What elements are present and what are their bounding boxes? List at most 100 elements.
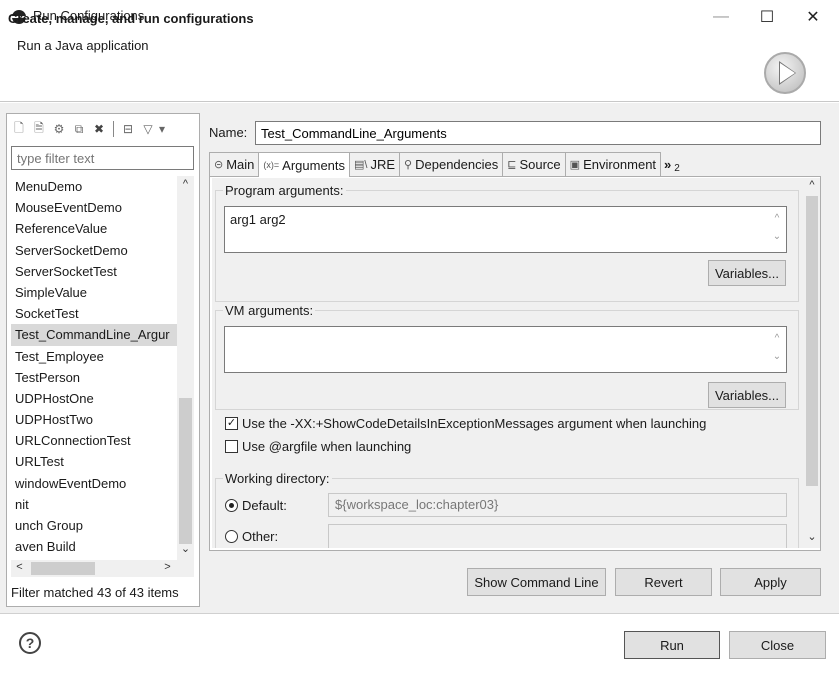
tab-label: Main [226, 157, 255, 172]
new-prototype-icon[interactable]: 🗎 [30, 120, 48, 138]
scroll-down-icon[interactable]: ⌄ [177, 542, 194, 555]
radio-label: Other: [242, 529, 279, 544]
duplicate-config-icon[interactable]: ⧉ [70, 120, 88, 138]
vm-arguments-field[interactable]: ^ ⌄ [224, 326, 787, 373]
revert-button[interactable]: Revert [615, 568, 712, 596]
tree-item[interactable]: SimpleValue [11, 282, 177, 303]
tab-arguments[interactable]: (x)= Arguments [258, 152, 351, 177]
tab-environment[interactable]: ▣ Environment [564, 152, 662, 176]
textarea-scroll-icons[interactable]: ^ ⌄ [770, 330, 784, 366]
other-directory-field [328, 524, 787, 548]
tree-item[interactable]: nit [11, 494, 177, 515]
other-radio[interactable]: Other: [225, 529, 278, 544]
tree-item[interactable]: TestPerson [11, 367, 177, 388]
config-tree: MenuDemo MouseEventDemo ReferenceValue S… [11, 176, 177, 560]
argfile-checkbox[interactable]: Use @argfile when launching [225, 439, 411, 454]
tab-source[interactable]: ⊑ Source [502, 152, 566, 176]
export-config-icon[interactable]: ⚙ [50, 120, 68, 138]
default-directory-field: ${workspace_loc:chapter03} [328, 493, 787, 517]
working-directory-label: Working directory: [223, 471, 332, 486]
tab-label: Source [519, 157, 561, 172]
default-radio[interactable]: Default: [225, 498, 287, 513]
show-code-details-checkbox[interactable]: ✓ Use the -XX:+ShowCodeDetailsInExceptio… [225, 416, 706, 431]
scroll-thumb[interactable] [806, 196, 818, 486]
tab-overflow[interactable]: » 2 [660, 152, 684, 176]
tree-item[interactable]: ServerSocketTest [11, 261, 177, 282]
tab-bar: ⊝ Main (x)= Arguments ▤\ JRE ⚲ Dependencies … [209, 152, 821, 177]
scroll-right-icon[interactable]: > [159, 561, 176, 573]
show-command-line-button[interactable]: Show Command Line [467, 568, 606, 596]
header-subtitle: Run a Java application [17, 38, 149, 53]
tree-item[interactable]: MenuDemo [11, 176, 177, 197]
tab-label: Arguments [282, 157, 346, 173]
scroll-down-icon[interactable]: ⌄ [804, 530, 820, 543]
toolbar-divider [113, 121, 114, 137]
tab-jre[interactable]: ▤\ JRE [349, 152, 401, 176]
environment-icon: ▣ [569, 159, 581, 171]
tab-dependencies[interactable]: ⚲ Dependencies [399, 152, 504, 176]
tree-item[interactable]: ReferenceValue [11, 218, 177, 239]
tab-label: Environment [583, 157, 657, 172]
checkbox-checked-icon[interactable]: ✓ [225, 417, 238, 430]
radio-label: Default: [242, 498, 287, 513]
scroll-left-icon[interactable]: < [11, 561, 28, 573]
scroll-thumb[interactable] [179, 398, 192, 544]
program-arguments-value: arg1 arg2 [230, 212, 286, 227]
new-config-icon[interactable]: 🗋 [10, 120, 28, 138]
textarea-scroll-icons[interactable]: ^ ⌄ [770, 210, 784, 246]
config-toolbar: 🗋 🗎 ⚙ ⧉ ✖ ⊟ ▽ ▾ [10, 118, 202, 140]
library-icon: ▤\ [354, 159, 368, 171]
minimize-button[interactable]: — [698, 0, 744, 34]
program-arguments-label: Program arguments: [223, 183, 346, 198]
tree-item[interactable]: URLTest [11, 451, 177, 472]
scroll-up-icon[interactable]: ^ [804, 179, 820, 191]
tree-item[interactable]: URLConnectionTest [11, 430, 177, 451]
radio-unselected-icon[interactable] [225, 530, 238, 543]
radio-selected-icon[interactable] [225, 499, 238, 512]
tree-item[interactable]: unch Group [11, 515, 177, 536]
chevron-right-icon: » [664, 156, 672, 172]
scroll-up-icon[interactable]: ^ [177, 178, 194, 190]
tree-item[interactable]: aven Build [11, 536, 177, 557]
footer-divider [0, 613, 839, 614]
checkbox-unchecked-icon[interactable] [225, 440, 238, 453]
close-button[interactable]: Close [729, 631, 826, 659]
tree-item-selected[interactable]: Test_CommandLine_Argur [11, 324, 177, 346]
apply-button[interactable]: Apply [720, 568, 821, 596]
delete-config-icon[interactable]: ✖ [90, 120, 108, 138]
collapse-all-icon[interactable]: ⊟ [119, 120, 137, 138]
tab-main[interactable]: ⊝ Main [209, 152, 260, 176]
source-icon: ⊑ [507, 159, 517, 171]
help-icon[interactable]: ? [19, 632, 41, 654]
program-arguments-field[interactable]: arg1 arg2 ^ ⌄ [224, 206, 787, 253]
tree-item[interactable]: MouseEventDemo [11, 197, 177, 218]
tab-label: Dependencies [415, 157, 499, 172]
tree-item[interactable]: windowEventDemo [11, 473, 177, 494]
maximize-button[interactable]: ☐ [744, 0, 790, 34]
close-window-button[interactable]: ✕ [790, 0, 836, 34]
tree-item[interactable]: Test_Employee [11, 346, 177, 367]
scroll-thumb[interactable] [31, 562, 95, 575]
tree-item[interactable]: UDPHostTwo [11, 409, 177, 430]
main-tab-icon: ⊝ [214, 159, 224, 171]
checkbox-label: Use @argfile when launching [242, 439, 412, 454]
tree-item[interactable]: UDPHostOne [11, 388, 177, 409]
name-field[interactable] [255, 121, 821, 145]
run-banner-icon [764, 52, 806, 94]
program-variables-button[interactable]: Variables... [708, 260, 786, 286]
panel-vertical-scrollbar[interactable]: ^ ⌄ [804, 178, 820, 548]
dependencies-icon: ⚲ [404, 159, 413, 171]
tree-item[interactable]: SocketTest [11, 303, 177, 324]
filter-input[interactable] [11, 146, 194, 170]
vm-variables-button[interactable]: Variables... [708, 382, 786, 408]
filter-icon[interactable]: ▽ [139, 120, 157, 138]
variable-icon: (x)= [263, 160, 280, 170]
view-menu-icon[interactable]: ▾ [159, 120, 165, 138]
arguments-content: Program arguments: arg1 arg2 ^ ⌄ Variable… [212, 178, 804, 548]
filter-status: Filter matched 43 of 43 items [11, 585, 179, 600]
tree-horizontal-scrollbar[interactable]: < > [11, 560, 194, 577]
tree-item[interactable]: ServerSocketDemo [11, 240, 177, 261]
tab-label: JRE [370, 157, 396, 172]
run-button[interactable]: Run [624, 631, 720, 659]
tree-vertical-scrollbar[interactable]: ^ ⌄ [177, 176, 194, 560]
